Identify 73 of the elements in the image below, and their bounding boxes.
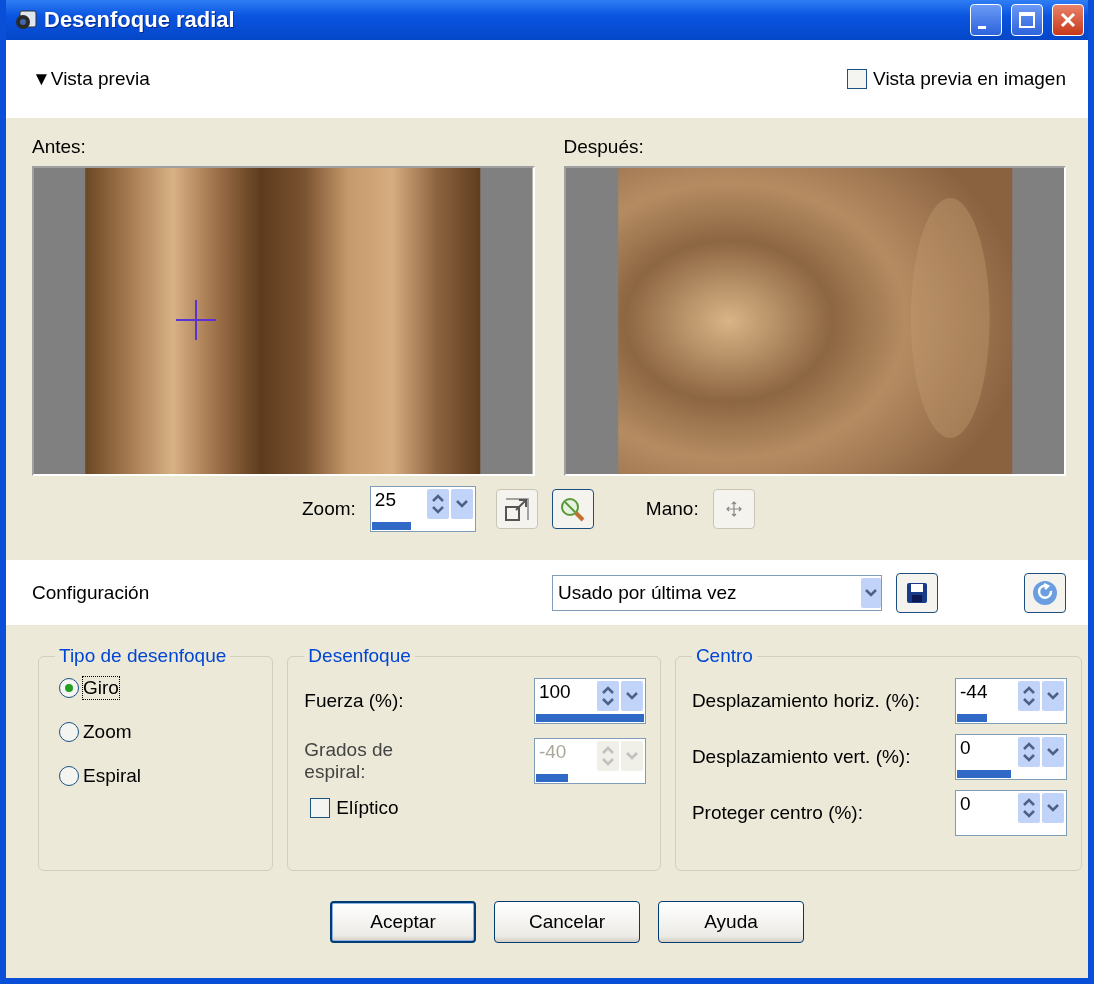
radio-label: Zoom <box>83 721 132 743</box>
number-field[interactable]: 25 <box>369 486 476 532</box>
magnifier-icon <box>558 495 587 523</box>
minimize-icon <box>978 25 986 29</box>
field-label: Fuerza (%): <box>304 690 405 712</box>
fit-button[interactable] <box>495 489 538 529</box>
zoom-label: Zoom: <box>302 498 356 520</box>
checkbox[interactable] <box>847 69 868 89</box>
group-title: Desenfoque <box>307 645 412 667</box>
reset-icon <box>1031 578 1059 607</box>
field-label: Proteger centro (%): <box>691 802 863 824</box>
spin-button[interactable] <box>426 489 449 519</box>
crosshair-icon[interactable] <box>174 298 218 342</box>
dropdown-button[interactable] <box>1042 681 1064 711</box>
spin-button[interactable] <box>1018 737 1040 767</box>
minimize-button[interactable] <box>970 4 1002 36</box>
number-field[interactable]: -44 <box>955 678 1067 724</box>
spin-button[interactable] <box>1018 793 1040 823</box>
chevron-down-icon <box>624 691 639 701</box>
checkbox[interactable] <box>310 798 331 818</box>
close-button[interactable] <box>1052 4 1084 36</box>
checkbox-label: Elíptico <box>336 797 399 819</box>
field-label: Desplazamiento vert. (%): <box>691 746 911 768</box>
panel-label: Después: <box>563 136 645 158</box>
dialog-button[interactable]: Aceptar <box>330 901 476 943</box>
up-down-arrows-icon <box>1022 741 1036 763</box>
checkbox-label: Vista previa en imagen <box>873 68 1066 90</box>
chevron-down-icon <box>1046 803 1060 813</box>
number-field[interactable]: 0 <box>955 734 1067 780</box>
up-down-arrows-icon <box>600 745 615 767</box>
maximize-button[interactable] <box>1011 4 1043 36</box>
window-title: Desenfoque radial <box>44 7 236 33</box>
reset-button[interactable] <box>1024 572 1066 613</box>
field-label: Grados de espiral: <box>304 739 395 783</box>
radio-button[interactable] <box>59 722 79 742</box>
app-icon <box>14 9 38 31</box>
chevron-down-icon <box>624 751 639 761</box>
preview-toggle[interactable]: ▼Vista previa <box>32 68 150 90</box>
group-title: Centro <box>694 645 754 667</box>
dropdown-button[interactable] <box>1042 793 1064 823</box>
panel-label: Antes: <box>32 136 87 158</box>
up-down-arrows-icon <box>430 493 445 515</box>
up-down-arrows-icon <box>1022 797 1036 819</box>
radio-label: Giro <box>83 677 119 699</box>
radio-button[interactable] <box>59 766 79 786</box>
close-icon <box>1059 11 1077 29</box>
field-label: Desplazamiento horiz. (%): <box>691 690 920 712</box>
resize-icon <box>503 496 530 522</box>
chevron-down-icon <box>1046 691 1060 701</box>
chevron-down-icon <box>1046 747 1060 757</box>
zoom-tool-button[interactable] <box>551 489 594 529</box>
save-button[interactable] <box>896 572 938 613</box>
number-field[interactable]: 100 <box>533 678 646 724</box>
radio-label: Espiral <box>83 765 142 787</box>
dropdown-button[interactable] <box>620 681 643 711</box>
group-title: Tipo de desenfoque <box>58 645 228 667</box>
move-arrows-icon <box>725 501 742 517</box>
spin-button[interactable] <box>596 681 619 711</box>
chevron-down-icon <box>864 587 878 598</box>
dropdown-button[interactable] <box>450 489 473 519</box>
hand-label: Mano: <box>645 498 699 520</box>
radio-button[interactable] <box>59 678 79 698</box>
preset-dropdown[interactable]: Usado por última vez <box>552 574 882 611</box>
dropdown-button[interactable] <box>1042 737 1064 767</box>
configuration-label: Configuración <box>32 581 150 604</box>
dialog-button[interactable]: Cancelar <box>494 901 640 943</box>
up-down-arrows-icon <box>600 685 615 707</box>
spin-button[interactable] <box>1018 681 1040 711</box>
number-field[interactable]: 0 <box>955 790 1067 836</box>
maximize-icon <box>1018 11 1036 29</box>
up-down-arrows-icon <box>1022 685 1036 707</box>
dialog-button[interactable]: Ayuda <box>658 901 804 943</box>
chevron-down-icon <box>454 499 469 509</box>
